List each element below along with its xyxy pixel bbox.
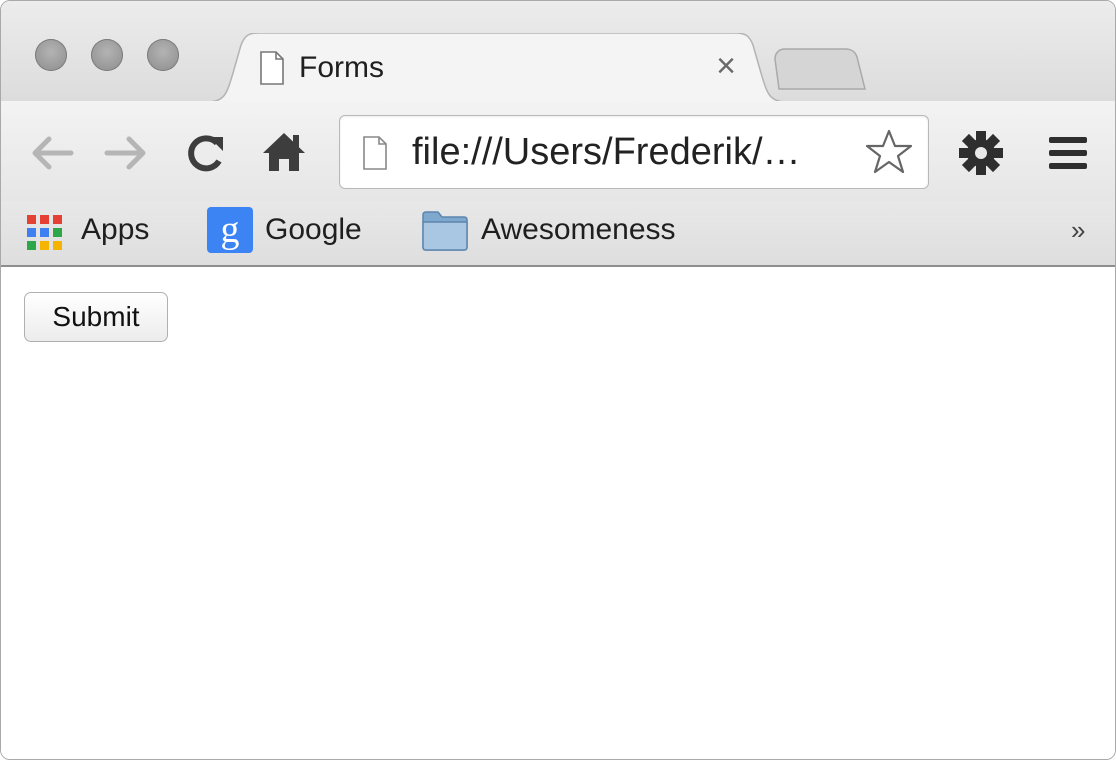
address-bar[interactable]: file:///Users/Frederik/…: [339, 115, 929, 189]
home-button[interactable]: [257, 127, 311, 179]
page-icon: [363, 136, 387, 170]
bookmarks-bar: Apps g Google Awesomeness »: [1, 201, 1115, 267]
page-content: Submit: [1, 267, 1115, 759]
google-icon: g: [207, 207, 253, 253]
browser-window: Forms × file:///Users/Frederik/… Apps g …: [0, 0, 1116, 760]
bookmark-label: Google: [265, 213, 362, 246]
minimize-window-button[interactable]: [91, 39, 123, 71]
close-tab-icon[interactable]: ×: [709, 49, 743, 83]
page-icon: [260, 51, 284, 85]
url-text[interactable]: file:///Users/Frederik/…: [412, 132, 832, 172]
apps-grid-icon: [27, 215, 62, 250]
back-arrow-icon: [32, 136, 74, 170]
bookmark-google[interactable]: g Google: [207, 207, 387, 253]
submit-button[interactable]: Submit: [24, 292, 168, 342]
menu-icon[interactable]: [1045, 129, 1091, 177]
bookmarks-overflow-chevron-icon[interactable]: »: [1071, 215, 1085, 246]
new-tab-button[interactable]: [773, 45, 869, 93]
bookmark-label: Apps: [81, 213, 150, 246]
bookmark-label: Awesomeness: [481, 213, 676, 246]
back-button[interactable]: [23, 127, 77, 179]
bookmark-folder-awesomeness[interactable]: Awesomeness: [421, 207, 721, 253]
tab-strip: Forms ×: [1, 1, 1115, 103]
close-window-button[interactable]: [35, 39, 67, 71]
browser-toolbar: file:///Users/Frederik/…: [1, 101, 1115, 201]
zoom-window-button[interactable]: [147, 39, 179, 71]
gear-icon[interactable]: [955, 127, 1007, 179]
folder-icon: [422, 211, 468, 251]
forward-button[interactable]: [101, 127, 155, 179]
bookmark-apps[interactable]: Apps: [23, 207, 173, 253]
tab-title: Forms: [299, 51, 384, 84]
tab-forms[interactable]: Forms ×: [207, 33, 787, 103]
star-icon[interactable]: [864, 128, 914, 176]
reload-button[interactable]: [179, 127, 233, 179]
home-icon: [263, 133, 305, 171]
forward-arrow-icon: [104, 136, 146, 170]
reload-icon: [188, 135, 223, 172]
